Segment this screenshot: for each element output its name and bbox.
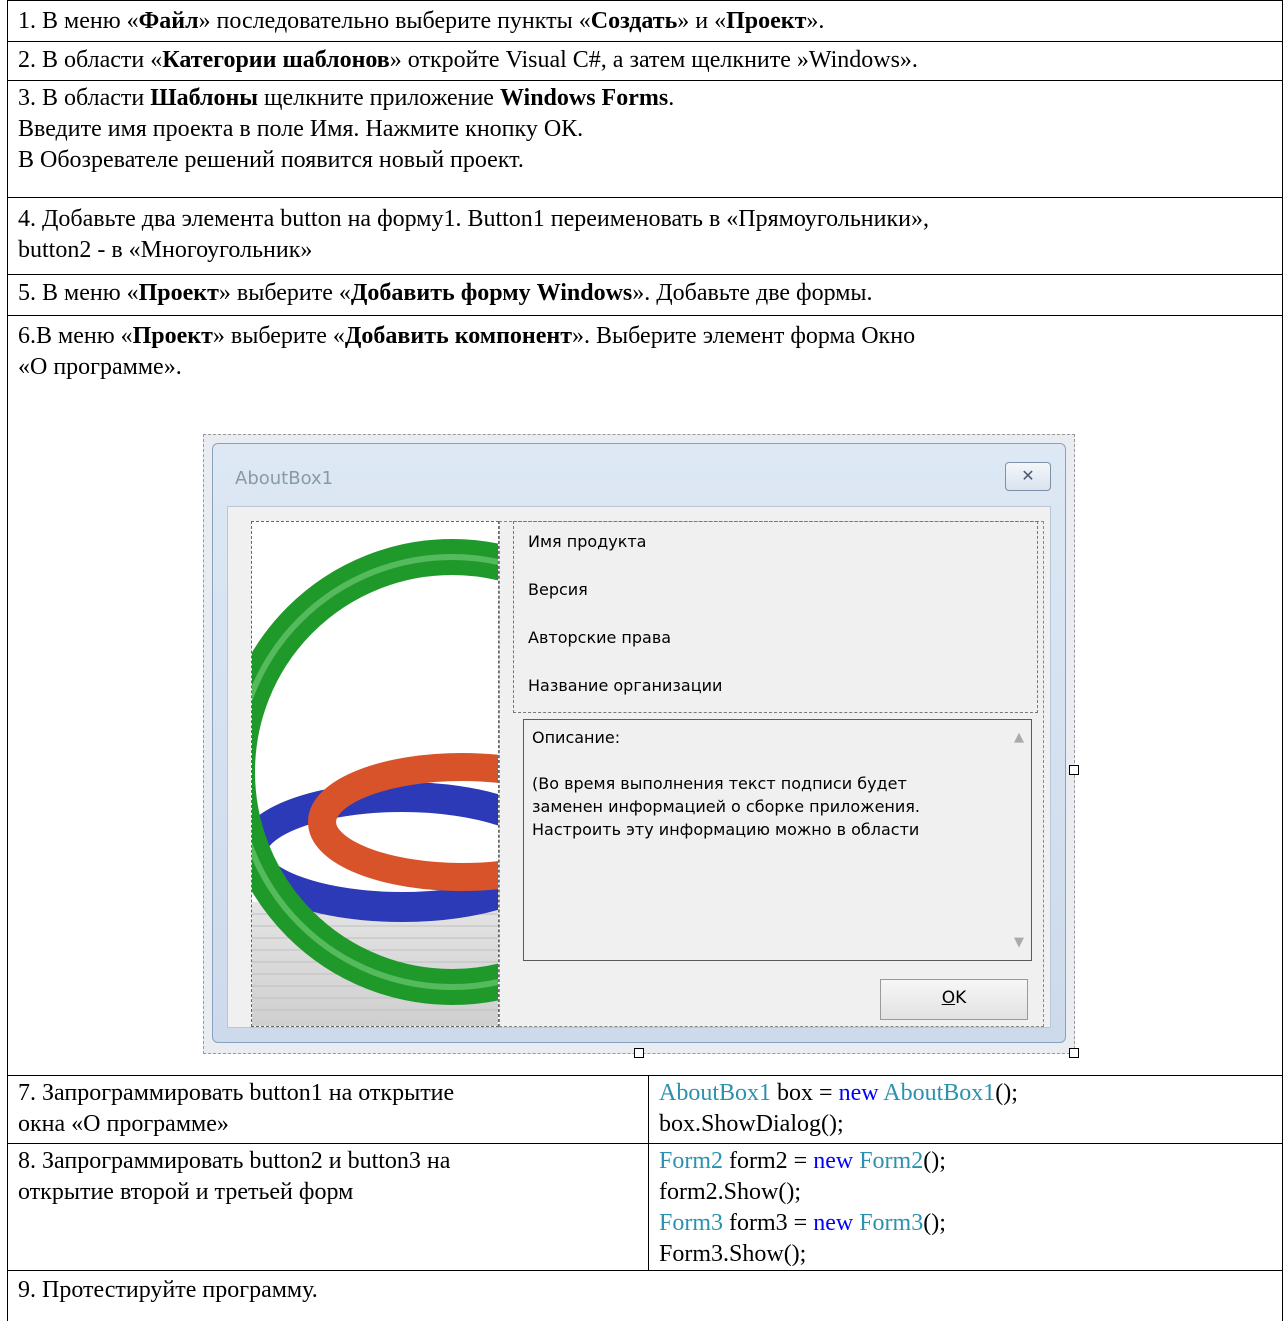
code-type: AboutBox1 [659, 1080, 772, 1106]
text: » последовательно выберите пункты « [198, 8, 591, 34]
text: . [668, 85, 675, 111]
window-title: AboutBox1 [235, 468, 334, 489]
text: 9. Протестируйте программу. [18, 1277, 318, 1303]
description-textbox[interactable]: Описание: (Во время выполнения текст под… [523, 719, 1032, 961]
rings-image [252, 539, 498, 1026]
code-type: AboutBox1 [883, 1080, 996, 1106]
code-line: Form3.Show(); [659, 1241, 807, 1267]
text: В Обозревателе решений появится новый пр… [18, 147, 524, 173]
text: 5. В меню « [18, 280, 139, 306]
step-7-description: 7. Запрограммировать button1 на открытие… [8, 1076, 649, 1144]
text: ». Выберите элемент форма Окно [572, 323, 916, 349]
ok-accelerator: О [941, 988, 956, 1008]
step-4: 4. Добавьте два элемента button на форму… [7, 198, 1283, 275]
text: щелкните приложение [258, 85, 500, 111]
bold-text: Добавить форму Windows [350, 280, 633, 306]
code-keyword: new [813, 1148, 854, 1174]
product-name-label: Имя продукта [528, 532, 647, 551]
resize-handle-corner[interactable] [1069, 1048, 1079, 1058]
ok-button[interactable]: ОK [880, 979, 1028, 1020]
aboutbox-designer: AboutBox1 ✕ Имя продукта Версия Авторски… [203, 434, 1079, 1058]
text: «О программе». [18, 354, 182, 380]
code-type: Form3 [859, 1210, 924, 1236]
close-button[interactable]: ✕ [1005, 462, 1051, 491]
bold-text: Windows Forms [499, 85, 669, 111]
step-2: 2. В области «Категории шаблонов» открой… [7, 42, 1283, 81]
text: Введите имя проекта в поле Имя. Нажмите … [18, 116, 584, 142]
text: » и « [677, 8, 727, 34]
logo-picture [251, 521, 499, 1027]
text: открытие второй и третьей форм [18, 1179, 354, 1205]
text: ». Добавьте две формы. [632, 280, 873, 306]
text: 4. Добавьте два элемента button на форму… [18, 206, 929, 232]
bold-text: Категории шаблонов [162, 47, 390, 73]
bold-text: Шаблоны [150, 85, 259, 111]
description-title: Описание: [532, 728, 621, 747]
resize-handle-bottom[interactable] [634, 1048, 644, 1058]
scroll-down-icon[interactable]: ▼ [1011, 931, 1027, 954]
text: 2. В области « [18, 47, 163, 73]
text: 1. В меню « [18, 8, 139, 34]
step-1: 1. В меню «Файл» последовательно выберит… [7, 0, 1283, 42]
text: ». [806, 8, 825, 34]
code-text: (); [923, 1148, 946, 1174]
copyright-label: Авторские права [528, 628, 672, 647]
info-panel: Имя продукта Версия Авторские права Назв… [513, 521, 1038, 713]
step-3: 3. В области Шаблоны щелкните приложение… [7, 81, 1283, 198]
text: 7. Запрограммировать button1 на открытие [18, 1080, 455, 1106]
step-8-code: Form2 form2 = new Form2(); form2.Show();… [649, 1144, 1282, 1270]
code-text: form2 = [723, 1148, 814, 1174]
code-text: box = [771, 1080, 839, 1106]
description-line: Настроить эту информацию можно в области [532, 820, 920, 839]
aboutbox-window: AboutBox1 ✕ Имя продукта Версия Авторски… [212, 443, 1066, 1043]
step-7-code: AboutBox1 box = new AboutBox1(); box.Sho… [649, 1076, 1282, 1144]
code-keyword: new [813, 1210, 854, 1236]
text: button2 - в «Многоугольник» [18, 237, 313, 263]
code-line: box.ShowDialog(); [659, 1111, 844, 1137]
ok-label: K [955, 988, 967, 1008]
bold-text: Добавить компонент [344, 323, 573, 349]
company-label: Название организации [528, 676, 723, 695]
code-type: Form3 [659, 1210, 724, 1236]
code-type: Form2 [659, 1148, 724, 1174]
bold-text: Проект [138, 280, 219, 306]
code-keyword: new [838, 1080, 879, 1106]
aboutbox-client: Имя продукта Версия Авторские права Назв… [227, 506, 1051, 1028]
text: » выберите « [212, 323, 345, 349]
text: » откройте Visual C#, а затем щелкните »… [389, 47, 918, 73]
text: 8. Запрограммировать button2 и button3 н… [18, 1148, 451, 1174]
bold-text: Проект [132, 323, 213, 349]
code-text: (); [923, 1210, 946, 1236]
bold-text: Создать [590, 8, 678, 34]
text: 3. В области [18, 85, 151, 111]
code-table: 7. Запрограммировать button1 на открытие… [7, 1076, 1283, 1271]
scrollbar[interactable]: ▲ ▼ [1011, 726, 1027, 954]
bold-text: Проект [726, 8, 807, 34]
close-icon: ✕ [1021, 466, 1035, 485]
text: окна «О программе» [18, 1111, 229, 1137]
text: 6.В меню « [18, 323, 133, 349]
code-text: (); [995, 1080, 1018, 1106]
text: » выберите « [218, 280, 351, 306]
scroll-up-icon[interactable]: ▲ [1011, 726, 1027, 749]
resize-handle-right[interactable] [1069, 765, 1079, 775]
description-line: (Во время выполнения текст подписи будет [532, 774, 907, 793]
bold-text: Файл [138, 8, 199, 34]
step-5: 5. В меню «Проект» выберите «Добавить фо… [7, 275, 1283, 316]
code-text: form3 = [723, 1210, 814, 1236]
version-label: Версия [528, 580, 588, 599]
step-9: 9. Протестируйте программу. [7, 1271, 1283, 1321]
step-8-description: 8. Запрограммировать button2 и button3 н… [8, 1144, 649, 1270]
code-line: form2.Show(); [659, 1179, 801, 1205]
description-line: заменен информацией о сборке приложения. [532, 797, 920, 816]
code-type: Form2 [859, 1148, 924, 1174]
